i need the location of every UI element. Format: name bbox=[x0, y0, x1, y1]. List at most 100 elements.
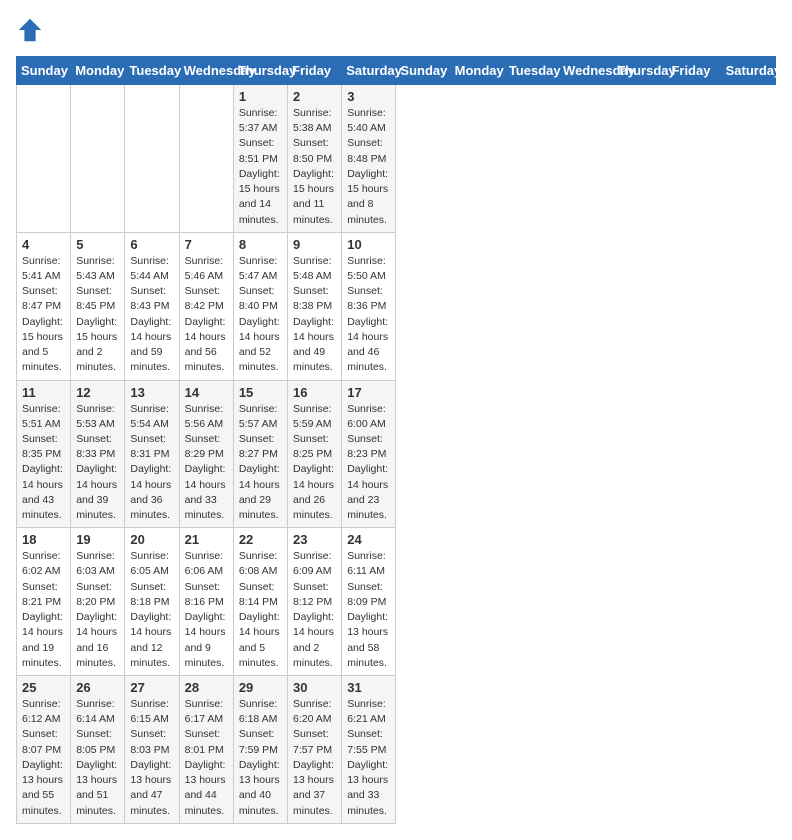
day-number: 23 bbox=[293, 532, 336, 547]
day-number: 17 bbox=[347, 385, 390, 400]
day-number: 18 bbox=[22, 532, 65, 547]
day-cell: 19 Sunrise: 6:03 AMSunset: 8:20 PMDayligh… bbox=[71, 528, 125, 676]
page-header bbox=[16, 16, 776, 44]
day-cell: 16Sunrise: 5:59 AMSunset: 8:25 PMDayligh… bbox=[288, 380, 342, 528]
day-info: Sunrise: 5:51 AMSunset: 8:35 PMDaylight:… bbox=[22, 402, 65, 524]
calendar-header-row: SundayMondayTuesdayWednesdayThursdayFrid… bbox=[17, 57, 776, 85]
day-number: 24 bbox=[347, 532, 390, 547]
day-number: 3 bbox=[347, 89, 390, 104]
day-cell: 28Sunrise: 6:17 AMSunset: 8:01 PMDayligh… bbox=[179, 676, 233, 824]
day-number: 14 bbox=[185, 385, 228, 400]
day-cell: 13 Sunrise: 5:54 AMSunset: 8:31 PMDayligh… bbox=[125, 380, 179, 528]
header-sunday: Sunday bbox=[396, 57, 450, 85]
day-info: Sunrise: 6:02 AMSunset: 8:21 PMDaylight:… bbox=[22, 549, 65, 671]
week-row-2: 4 Sunrise: 5:41 AMSunset: 8:47 PMDaylight… bbox=[17, 232, 776, 380]
day-number: 29 bbox=[239, 680, 282, 695]
header-thursday: Thursday bbox=[233, 57, 287, 85]
day-number: 21 bbox=[185, 532, 228, 547]
day-info: Sunrise: 6:20 AMSunset: 7:57 PMDaylight:… bbox=[293, 697, 336, 819]
header-monday: Monday bbox=[450, 57, 504, 85]
day-info: Sunrise: 5:38 AMSunset: 8:50 PMDaylight:… bbox=[293, 106, 336, 228]
day-number: 12 bbox=[76, 385, 119, 400]
day-cell bbox=[71, 85, 125, 233]
day-number: 7 bbox=[185, 237, 228, 252]
day-info: Sunrise: 6:21 AMSunset: 7:55 PMDaylight:… bbox=[347, 697, 390, 819]
day-number: 5 bbox=[76, 237, 119, 252]
day-cell: 24Sunrise: 6:11 AMSunset: 8:09 PMDayligh… bbox=[342, 528, 396, 676]
day-cell: 8Sunrise: 5:47 AMSunset: 8:40 PMDaylight… bbox=[233, 232, 287, 380]
day-info: Sunrise: 5:56 AMSunset: 8:29 PMDaylight:… bbox=[185, 402, 228, 524]
day-number: 26 bbox=[76, 680, 119, 695]
day-info: Sunrise: 5:46 AMSunset: 8:42 PMDaylight:… bbox=[185, 254, 228, 376]
day-cell: 15 Sunrise: 5:57 AMSunset: 8:27 PMDayligh… bbox=[233, 380, 287, 528]
day-number: 31 bbox=[347, 680, 390, 695]
day-info: Sunrise: 6:14 AMSunset: 8:05 PMDaylight:… bbox=[76, 697, 119, 819]
day-info: Sunrise: 6:06 AMSunset: 8:16 PMDaylight:… bbox=[185, 549, 228, 671]
day-cell: 20 Sunrise: 6:05 AMSunset: 8:18 PMDayligh… bbox=[125, 528, 179, 676]
week-row-3: 11 Sunrise: 5:51 AMSunset: 8:35 PMDayligh… bbox=[17, 380, 776, 528]
header-saturday: Saturday bbox=[342, 57, 396, 85]
day-number: 4 bbox=[22, 237, 65, 252]
day-number: 11 bbox=[22, 385, 65, 400]
day-number: 25 bbox=[22, 680, 65, 695]
day-info: Sunrise: 6:15 AMSunset: 8:03 PMDaylight:… bbox=[130, 697, 173, 819]
day-cell: 4 Sunrise: 5:41 AMSunset: 8:47 PMDaylight… bbox=[17, 232, 71, 380]
day-number: 27 bbox=[130, 680, 173, 695]
day-info: Sunrise: 5:40 AMSunset: 8:48 PMDaylight:… bbox=[347, 106, 390, 228]
day-info: Sunrise: 5:41 AMSunset: 8:47 PMDaylight:… bbox=[22, 254, 65, 376]
day-info: Sunrise: 6:00 AMSunset: 8:23 PMDaylight:… bbox=[347, 402, 390, 524]
header-wednesday: Wednesday bbox=[179, 57, 233, 85]
day-info: Sunrise: 5:48 AMSunset: 8:38 PMDaylight:… bbox=[293, 254, 336, 376]
day-cell: 25 Sunrise: 6:12 AMSunset: 8:07 PMDayligh… bbox=[17, 676, 71, 824]
day-info: Sunrise: 5:43 AMSunset: 8:45 PMDaylight:… bbox=[76, 254, 119, 376]
day-number: 13 bbox=[130, 385, 173, 400]
day-info: Sunrise: 5:54 AMSunset: 8:31 PMDaylight:… bbox=[130, 402, 173, 524]
day-info: Sunrise: 5:57 AMSunset: 8:27 PMDaylight:… bbox=[239, 402, 282, 524]
day-info: Sunrise: 6:09 AMSunset: 8:12 PMDaylight:… bbox=[293, 549, 336, 671]
day-number: 19 bbox=[76, 532, 119, 547]
day-number: 16 bbox=[293, 385, 336, 400]
day-cell: 7 Sunrise: 5:46 AMSunset: 8:42 PMDaylight… bbox=[179, 232, 233, 380]
day-info: Sunrise: 5:44 AMSunset: 8:43 PMDaylight:… bbox=[130, 254, 173, 376]
day-cell bbox=[125, 85, 179, 233]
week-row-5: 25 Sunrise: 6:12 AMSunset: 8:07 PMDayligh… bbox=[17, 676, 776, 824]
header-saturday: Saturday bbox=[721, 57, 775, 85]
day-number: 30 bbox=[293, 680, 336, 695]
header-friday: Friday bbox=[288, 57, 342, 85]
day-number: 22 bbox=[239, 532, 282, 547]
day-cell: 2 Sunrise: 5:38 AMSunset: 8:50 PMDaylight… bbox=[288, 85, 342, 233]
day-number: 6 bbox=[130, 237, 173, 252]
day-cell: 31 Sunrise: 6:21 AMSunset: 7:55 PMDayligh… bbox=[342, 676, 396, 824]
day-cell: 29 Sunrise: 6:18 AMSunset: 7:59 PMDayligh… bbox=[233, 676, 287, 824]
day-cell: 21 Sunrise: 6:06 AMSunset: 8:16 PMDayligh… bbox=[179, 528, 233, 676]
week-row-1: 1Sunrise: 5:37 AMSunset: 8:51 PMDaylight… bbox=[17, 85, 776, 233]
logo bbox=[16, 16, 48, 44]
day-number: 2 bbox=[293, 89, 336, 104]
header-friday: Friday bbox=[667, 57, 721, 85]
day-info: Sunrise: 6:18 AMSunset: 7:59 PMDaylight:… bbox=[239, 697, 282, 819]
day-cell: 12Sunrise: 5:53 AMSunset: 8:33 PMDayligh… bbox=[71, 380, 125, 528]
logo-icon bbox=[16, 16, 44, 44]
day-info: Sunrise: 5:37 AMSunset: 8:51 PMDaylight:… bbox=[239, 106, 282, 228]
day-number: 15 bbox=[239, 385, 282, 400]
day-cell: 17 Sunrise: 6:00 AMSunset: 8:23 PMDayligh… bbox=[342, 380, 396, 528]
day-cell: 30 Sunrise: 6:20 AMSunset: 7:57 PMDayligh… bbox=[288, 676, 342, 824]
calendar-table: SundayMondayTuesdayWednesdayThursdayFrid… bbox=[16, 56, 776, 824]
week-row-4: 18 Sunrise: 6:02 AMSunset: 8:21 PMDayligh… bbox=[17, 528, 776, 676]
header-thursday: Thursday bbox=[613, 57, 667, 85]
day-cell: 9Sunrise: 5:48 AMSunset: 8:38 PMDaylight… bbox=[288, 232, 342, 380]
day-info: Sunrise: 6:05 AMSunset: 8:18 PMDaylight:… bbox=[130, 549, 173, 671]
day-cell: 22Sunrise: 6:08 AMSunset: 8:14 PMDayligh… bbox=[233, 528, 287, 676]
day-number: 20 bbox=[130, 532, 173, 547]
header-sunday: Sunday bbox=[17, 57, 71, 85]
day-cell bbox=[17, 85, 71, 233]
day-cell: 11 Sunrise: 5:51 AMSunset: 8:35 PMDayligh… bbox=[17, 380, 71, 528]
day-cell: 23 Sunrise: 6:09 AMSunset: 8:12 PMDayligh… bbox=[288, 528, 342, 676]
day-info: Sunrise: 6:03 AMSunset: 8:20 PMDaylight:… bbox=[76, 549, 119, 671]
day-cell: 27 Sunrise: 6:15 AMSunset: 8:03 PMDayligh… bbox=[125, 676, 179, 824]
day-cell: 6 Sunrise: 5:44 AMSunset: 8:43 PMDaylight… bbox=[125, 232, 179, 380]
day-number: 28 bbox=[185, 680, 228, 695]
day-cell: 14 Sunrise: 5:56 AMSunset: 8:29 PMDayligh… bbox=[179, 380, 233, 528]
day-cell: 10Sunrise: 5:50 AMSunset: 8:36 PMDayligh… bbox=[342, 232, 396, 380]
day-info: Sunrise: 6:12 AMSunset: 8:07 PMDaylight:… bbox=[22, 697, 65, 819]
